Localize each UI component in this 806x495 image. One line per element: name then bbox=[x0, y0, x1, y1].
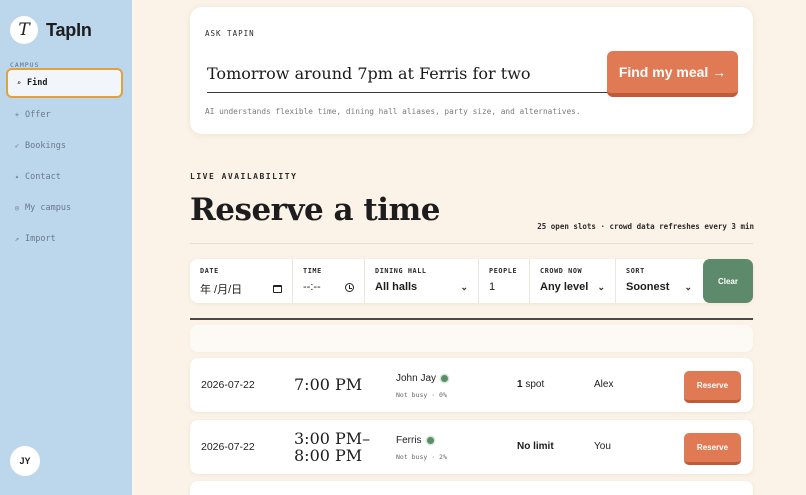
table-row: 2026-07-22 3:00 PM– 8:00 PM Ferris Not b… bbox=[190, 420, 753, 474]
filter-label: DATE bbox=[200, 267, 219, 275]
filter-label: PEOPLE bbox=[489, 267, 518, 275]
dining-hall-selected: All halls bbox=[375, 281, 418, 293]
slot-host: You bbox=[594, 441, 611, 452]
date-filter-value: 年 /月/日 bbox=[200, 281, 282, 297]
ask-label: ASK TAPIN bbox=[205, 29, 255, 38]
brand-name: TapIn bbox=[46, 19, 92, 40]
table-row bbox=[190, 481, 753, 495]
sidebar-item-label: Contact bbox=[25, 172, 61, 182]
sidebar-item-offer[interactable]: + Offer bbox=[6, 100, 123, 130]
target-icon: ◎ bbox=[14, 204, 20, 212]
sort-select[interactable]: SORT Soonest ⌄ bbox=[616, 259, 702, 303]
sparkle-icon: ✦ bbox=[14, 173, 20, 181]
filter-label: DINING HALL bbox=[375, 267, 427, 275]
clear-button[interactable]: Clear bbox=[703, 259, 753, 303]
reserve-button[interactable]: Reserve bbox=[684, 433, 741, 465]
slot-time-end: 8:00 PM bbox=[294, 446, 363, 465]
chevron-down-icon: ⌄ bbox=[597, 281, 605, 292]
sidebar-item-contact[interactable]: ✦ Contact bbox=[6, 162, 123, 192]
chevron-down-icon: ⌄ bbox=[684, 281, 692, 292]
sidebar-item-find[interactable]: ⌕ Find bbox=[6, 68, 123, 98]
sidebar-item-label: Find bbox=[27, 78, 48, 88]
sidebar-item-label: Offer bbox=[25, 110, 51, 120]
crowd-select[interactable]: CROWD NOW Any level ⌄ bbox=[530, 259, 616, 303]
ask-input[interactable] bbox=[207, 55, 627, 93]
spots-unit: spot bbox=[525, 379, 545, 390]
table-header bbox=[190, 325, 753, 352]
reserve-button[interactable]: Reserve bbox=[684, 371, 741, 403]
crowd-level: Not busy · 0% bbox=[396, 391, 447, 399]
sidebar-item-label: Bookings bbox=[25, 141, 66, 151]
slot-time: 7:00 PM bbox=[294, 375, 363, 394]
check-icon: ✓ bbox=[14, 142, 20, 150]
filter-bar: DATE 年 /月/日 TIME --:-- DINING HALL All h… bbox=[190, 259, 753, 303]
find-my-meal-button[interactable]: Find my meal → bbox=[607, 51, 738, 97]
dining-hall-value: All halls ⌄ bbox=[375, 281, 468, 293]
sidebar: T TapIn CAMPUS ⌕ Find + Offer ✓ Bookings… bbox=[0, 0, 132, 495]
sort-selected: Soonest bbox=[626, 281, 670, 293]
people-value: 1 bbox=[489, 281, 519, 293]
slot-spots: No limit bbox=[517, 441, 554, 452]
dining-hall-select[interactable]: DINING HALL All halls ⌄ bbox=[365, 259, 479, 303]
slot-time-start: 3:00 PM– bbox=[294, 429, 371, 448]
sidebar-item-my-campus[interactable]: ◎ My campus bbox=[6, 193, 123, 223]
clock-icon[interactable] bbox=[345, 282, 354, 292]
page-title: Reserve a time bbox=[190, 192, 441, 228]
sidebar-item-import[interactable]: ↗ Import bbox=[6, 224, 123, 254]
sidebar-item-bookings[interactable]: ✓ Bookings bbox=[6, 131, 123, 161]
chevron-down-icon: ⌄ bbox=[460, 281, 468, 292]
availability-meta: 25 open slots · crowd data refreshes eve… bbox=[537, 222, 754, 231]
date-input[interactable]: 年 /月/日 bbox=[200, 281, 242, 297]
sidebar-item-label: Import bbox=[25, 234, 56, 244]
time-input[interactable]: --:-- bbox=[303, 281, 321, 293]
time-filter[interactable]: TIME --:-- bbox=[293, 259, 365, 303]
slot-date: 2026-07-22 bbox=[201, 441, 255, 453]
status-dot-icon bbox=[426, 437, 434, 444]
table-row: 2026-07-22 7:00 PM John Jay Not busy · 0… bbox=[190, 358, 753, 412]
sidebar-item-label: My campus bbox=[25, 203, 72, 213]
filter-label: TIME bbox=[303, 267, 322, 275]
people-count: 1 bbox=[489, 281, 496, 293]
arrow-up-right-icon: ↗ bbox=[14, 235, 20, 243]
ask-card: ASK TAPIN Find my meal → AI understands … bbox=[190, 7, 753, 134]
filter-label: CROWD NOW bbox=[540, 267, 583, 275]
slot-hall: John Jay bbox=[396, 373, 449, 384]
filter-label: SORT bbox=[626, 267, 645, 275]
spots-count: No limit bbox=[517, 441, 554, 452]
search-icon: ⌕ bbox=[16, 79, 22, 87]
slot-date: 2026-07-22 bbox=[201, 379, 255, 391]
sort-value: Soonest ⌄ bbox=[626, 281, 692, 293]
crowd-selected: Any level bbox=[540, 281, 589, 293]
spots-count: 1 bbox=[517, 379, 523, 390]
avatar[interactable]: JY bbox=[10, 446, 40, 476]
time-filter-value: --:-- bbox=[303, 281, 354, 293]
divider bbox=[190, 243, 753, 244]
crowd-level: Not busy · 2% bbox=[396, 453, 447, 461]
ask-help-text: AI understands flexible time, dining hal… bbox=[205, 107, 581, 116]
slot-host: Alex bbox=[594, 379, 614, 390]
calendar-icon[interactable] bbox=[273, 285, 282, 293]
hall-name: John Jay bbox=[396, 373, 437, 384]
people-input[interactable]: PEOPLE 1 bbox=[479, 259, 530, 303]
hall-name: Ferris bbox=[396, 435, 422, 446]
brand[interactable]: T TapIn bbox=[10, 16, 92, 44]
crowd-value: Any level ⌄ bbox=[540, 281, 605, 293]
slot-spots: 1 spot bbox=[517, 379, 544, 390]
slot-hall: Ferris bbox=[396, 435, 434, 446]
divider bbox=[190, 318, 753, 320]
brand-logo-icon: T bbox=[10, 16, 38, 44]
date-filter[interactable]: DATE 年 /月/日 bbox=[190, 259, 293, 303]
slot-time: 3:00 PM– 8:00 PM bbox=[294, 430, 370, 464]
section-eyebrow: LIVE AVAILABILITY bbox=[190, 172, 298, 181]
status-dot-icon bbox=[441, 375, 449, 382]
plus-icon: + bbox=[14, 111, 20, 119]
